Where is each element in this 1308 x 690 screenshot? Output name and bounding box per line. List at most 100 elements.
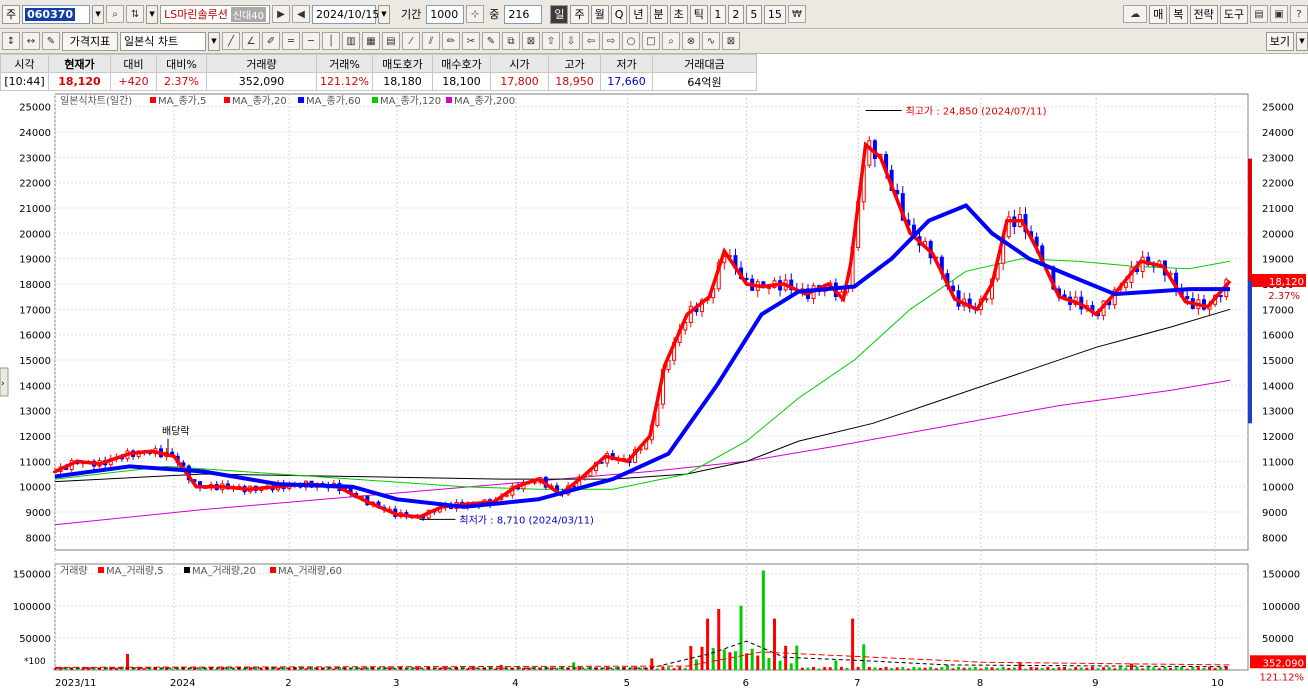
draw-tool-icon[interactable]: ▤ [382, 32, 400, 50]
right-toolbar-button[interactable]: 전략 [1189, 4, 1218, 24]
unit-icon[interactable]: ₩ [787, 5, 806, 23]
x-tick-label: 4 [512, 678, 518, 689]
draw-tool-icon[interactable]: ⧉ [502, 32, 520, 50]
timeframe-button[interactable]: 년 [629, 4, 648, 24]
current-change-label: 2.37% [1268, 291, 1300, 302]
draw-tool-icon[interactable]: ⁄ [402, 32, 420, 50]
stock-code-input[interactable]: 060370 [22, 4, 91, 24]
spin-icon[interactable]: ⊹ [466, 5, 485, 23]
draw-tool-icon[interactable]: ⊠ [722, 32, 740, 50]
view-button[interactable]: 보기 [1265, 31, 1294, 51]
draw-tool-icon[interactable]: ✂ [462, 32, 480, 50]
right-toolbar-button[interactable]: 매 [1149, 4, 1168, 24]
arrow-up-down-icon[interactable]: ↕ [2, 32, 20, 50]
volume-bar [1191, 666, 1195, 670]
volume-bar [1018, 662, 1022, 670]
chevron-down-icon[interactable]: ▼ [377, 4, 390, 24]
volume-bar [332, 668, 336, 670]
date-input[interactable]: 2024/10/15 [311, 4, 379, 24]
candle-body [766, 286, 771, 289]
edit-icon[interactable]: ✎ [42, 32, 60, 50]
right-toolbar-button[interactable]: 도구 [1219, 4, 1248, 24]
legend-swatch [150, 97, 156, 103]
chevron-down-icon[interactable]: ▼ [208, 31, 220, 51]
volume-bar [750, 648, 754, 670]
draw-tool-icon[interactable]: ⇩ [562, 32, 580, 50]
volume-bar [114, 667, 118, 670]
draw-tool-icon[interactable]: ○ [622, 32, 640, 50]
cloud-icon[interactable]: ☁ [1123, 5, 1148, 23]
volume-bar [717, 608, 721, 670]
indicator-button[interactable]: 가격지표 [62, 31, 118, 51]
chevron-down-icon[interactable]: ▼ [1296, 31, 1308, 51]
draw-tool-icon[interactable]: ⊗ [682, 32, 700, 50]
folder-icon[interactable]: ▤ [1250, 5, 1268, 23]
volume-bar [1007, 667, 1011, 670]
timeframe-button[interactable]: 월 [590, 4, 609, 24]
x-tick-label: 2023/11 [55, 678, 97, 689]
volume-legend-entry: MA_거래량,5 [106, 565, 164, 577]
timeframe-button[interactable]: 초 [669, 4, 688, 24]
back-icon[interactable]: ◀ [291, 5, 310, 23]
draw-tool-icon[interactable]: ⇦ [582, 32, 600, 50]
save-icon[interactable]: ▣ [1270, 5, 1288, 23]
volume-bar [940, 667, 944, 670]
timeframe-button[interactable]: 2 [727, 4, 744, 24]
chevron-down-icon[interactable]: ▼ [92, 4, 105, 24]
quote-value: [10:44] [0, 72, 49, 91]
right-button-group: 매 복 전략 도구 [1149, 4, 1248, 24]
volume-bar [767, 658, 771, 670]
draw-tool-icon[interactable]: ∿ [702, 32, 720, 50]
volume-bar [215, 668, 219, 670]
arrow-left-right-icon[interactable]: ↔ [22, 32, 40, 50]
candle-body [1185, 295, 1190, 300]
draw-tool-icon[interactable]: ▦ [362, 32, 380, 50]
draw-tool-icon[interactable]: ⇨ [602, 32, 620, 50]
volume-bar [1174, 667, 1178, 670]
search-icon[interactable]: ⌕ [106, 5, 125, 23]
timeframe-button[interactable]: 분 [649, 4, 668, 24]
count-input[interactable]: 216 [504, 4, 543, 24]
stock-chart[interactable]: 8000 8000 9000 9000 10000 10000 11000 11000 1200… [0, 92, 1308, 690]
y-tick-label-right: 9000 [1262, 508, 1287, 519]
timeframe-button[interactable]: 15 [763, 4, 786, 24]
draw-tool-icon[interactable]: ⫽ [422, 32, 440, 50]
draw-tool-icon[interactable]: │ [322, 32, 340, 50]
timeframe-button[interactable]: 주 [570, 4, 589, 24]
draw-tool-icon[interactable]: ⊠ [522, 32, 540, 50]
draw-tool-icon[interactable]: ╱ [222, 32, 240, 50]
draw-tool-icon[interactable]: ∠ [242, 32, 260, 50]
timeframe-button[interactable]: 5 [745, 4, 762, 24]
volume-bar [1208, 666, 1212, 670]
help-icon[interactable]: ? [1290, 5, 1308, 23]
chart-type-select[interactable]: 일본식 차트 [120, 31, 206, 51]
timeframe-button[interactable]: 일 [550, 4, 569, 24]
chevron-down-icon[interactable]: ▼ [146, 4, 159, 24]
volume-bar [259, 668, 263, 670]
mode-button[interactable]: 주 [2, 4, 21, 24]
draw-tool-icon[interactable]: ▥ [342, 32, 360, 50]
volume-tick-label: 150000 [13, 570, 51, 581]
timeframe-button[interactable]: 1 [709, 4, 726, 24]
draw-tool-icon[interactable]: ✐ [262, 32, 280, 50]
draw-tool-icon[interactable]: ⌕ [662, 32, 680, 50]
draw-tool-icon[interactable]: □ [642, 32, 660, 50]
draw-tool-icon[interactable]: ✎ [482, 32, 500, 50]
y-tick-label: 13000 [19, 407, 51, 418]
period-input[interactable]: 1000 [426, 4, 465, 24]
quote-header: 시각 [0, 54, 49, 73]
draw-tool-icon[interactable]: ─ [302, 32, 320, 50]
draw-tool-icon[interactable]: ⇧ [542, 32, 560, 50]
right-toolbar-button[interactable]: 복 [1169, 4, 1188, 24]
play-icon[interactable]: ▶ [271, 5, 290, 23]
sort-icon[interactable]: ⇅ [126, 5, 145, 23]
volume-bar [683, 667, 687, 670]
volume-bar [1012, 667, 1016, 670]
timeframe-button[interactable]: 틱 [689, 4, 708, 24]
volume-bar [878, 667, 882, 670]
draw-tool-icon[interactable]: ═ [282, 32, 300, 50]
stock-name-field[interactable]: LS마린솔루션 신대40 [160, 4, 270, 24]
draw-tool-icon[interactable]: ✏ [442, 32, 460, 50]
timeframe-button[interactable]: Q [610, 4, 628, 24]
legend-swatch [298, 97, 304, 103]
